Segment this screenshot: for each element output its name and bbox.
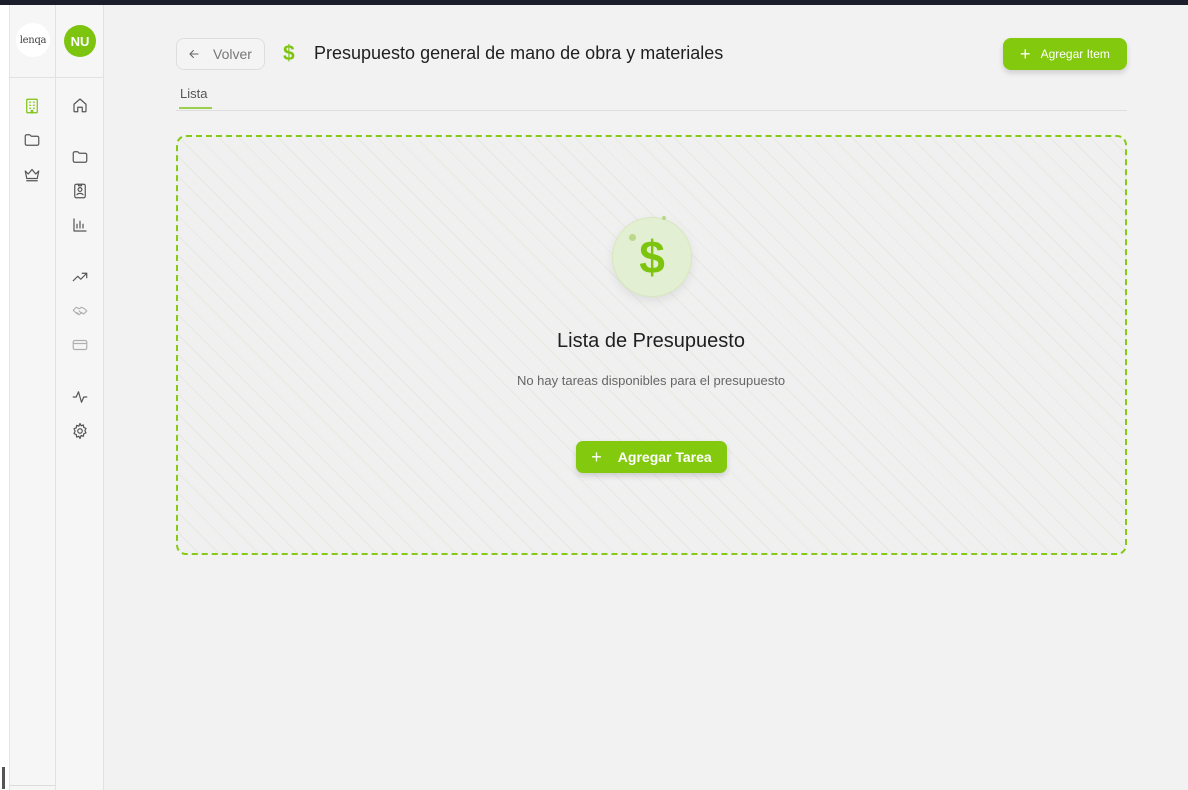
decorative-dot — [662, 216, 666, 220]
settings-gear-icon[interactable] — [70, 421, 90, 441]
app-logo[interactable]: lenqa — [16, 23, 50, 57]
tabs-divider — [176, 110, 1127, 111]
crown-icon[interactable] — [22, 164, 42, 184]
add-item-button[interactable]: + Agregar Item — [1003, 38, 1127, 70]
secondary-sidebar: NU — [56, 5, 104, 790]
window-top-bar — [0, 0, 1188, 5]
activity-icon[interactable] — [70, 387, 90, 407]
arrow-left-icon — [189, 49, 199, 59]
dollar-icon: $ — [283, 42, 295, 65]
edge-marker — [2, 767, 5, 789]
contact-card-icon[interactable] — [70, 181, 90, 201]
add-item-label: Agregar Item — [1040, 47, 1110, 61]
home-icon[interactable] — [70, 95, 90, 115]
back-button[interactable]: Volver — [176, 38, 265, 70]
trending-up-icon[interactable] — [70, 267, 90, 287]
empty-state-title: Lista de Presupuesto — [557, 330, 745, 352]
decorative-dot — [629, 234, 636, 241]
empty-state-subtitle: No hay tareas disponibles para el presup… — [516, 373, 786, 388]
sidebar-divider — [56, 77, 103, 78]
primary-sidebar: lenqa — [10, 5, 56, 790]
plus-icon: + — [591, 447, 602, 467]
user-avatar[interactable]: NU — [64, 25, 96, 57]
back-button-label: Volver — [213, 46, 252, 62]
page-title: Presupuesto general de mano de obra y ma… — [314, 43, 724, 63]
left-edge-strip — [0, 5, 10, 790]
active-tab-indicator — [179, 107, 212, 109]
handshake-icon[interactable] — [70, 301, 90, 321]
folder-icon[interactable] — [22, 130, 42, 150]
dollar-icon: $ — [612, 217, 692, 297]
add-task-button[interactable]: + Agregar Tarea — [576, 441, 727, 473]
building-icon[interactable] — [22, 96, 42, 116]
bar-chart-icon[interactable] — [70, 215, 90, 235]
add-task-label: Agregar Tarea — [617, 449, 712, 465]
sidebar-divider — [10, 77, 55, 78]
sidebar-bottom-divider — [10, 785, 55, 786]
plus-icon: + — [1020, 44, 1031, 64]
folder-icon[interactable] — [70, 147, 90, 167]
credit-card-icon[interactable] — [70, 335, 90, 355]
tab-lista[interactable]: Lista — [180, 86, 207, 101]
